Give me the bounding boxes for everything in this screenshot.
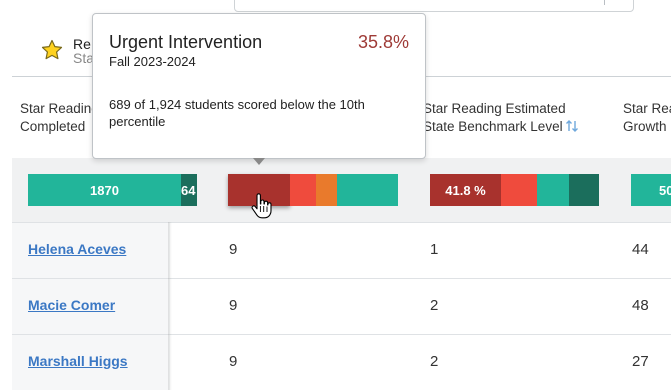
- table-row: Marshall Higgs 9 2 27: [12, 334, 671, 390]
- benchmark-level-2-segment[interactable]: [501, 174, 537, 206]
- table-row: Helena Aceves 9 1 44: [12, 222, 671, 278]
- column-header-line: Completed: [20, 119, 86, 134]
- growth-segment[interactable]: 50: [631, 174, 671, 206]
- on-watch-segment[interactable]: [316, 174, 337, 206]
- student-link[interactable]: Helena Aceves: [28, 241, 126, 257]
- benchmark-level-1-segment[interactable]: 41.8 %: [430, 174, 501, 206]
- column-header-line: Growth: [623, 119, 667, 134]
- completed-segment[interactable]: 1870: [28, 174, 181, 206]
- benchmark-level-3-segment[interactable]: [537, 174, 569, 206]
- report-subtitle: Sta: [73, 50, 95, 66]
- growth-value: 27: [632, 353, 649, 370]
- sort-icon[interactable]: [565, 119, 579, 133]
- benchmark-value: 2: [430, 353, 439, 370]
- benchmark-level-4-segment[interactable]: [569, 174, 599, 206]
- column-header-line: State Benchmark Level: [423, 119, 563, 134]
- star-icon[interactable]: [40, 38, 64, 62]
- at-benchmark-segment[interactable]: [337, 174, 398, 206]
- segment-tooltip: Urgent Intervention 35.8% Fall 2023-2024…: [92, 13, 426, 159]
- benchmark-value: 2: [430, 297, 439, 314]
- dropdown-divider: [604, 0, 605, 5]
- frozen-column-shadow: [168, 222, 172, 390]
- student-name-cell: Macie Comer: [12, 279, 170, 334]
- column-header-line: Star Reading Estimated: [423, 101, 566, 116]
- hand-cursor-icon: [251, 193, 272, 219]
- student-link[interactable]: Marshall Higgs: [28, 353, 128, 369]
- column-header-line: Star Rea: [623, 101, 671, 116]
- tooltip-term: Fall 2023-2024: [109, 54, 196, 69]
- growth-value: 44: [632, 241, 649, 258]
- tooltip-body: 689 of 1,924 students scored below the 1…: [109, 97, 365, 129]
- column-header-completed[interactable]: Star Reading Completed: [20, 100, 99, 136]
- growth-summary-bar[interactable]: 50: [631, 174, 671, 206]
- table-row: Macie Comer 9 2 48: [12, 278, 671, 334]
- benchmark-value: 1: [430, 241, 439, 258]
- column-header-benchmark[interactable]: Star Reading Estimated State Benchmark L…: [423, 100, 579, 136]
- tooltip-title: Urgent Intervention: [109, 32, 263, 52]
- completed-value: 9: [229, 297, 238, 314]
- student-name-cell: Marshall Higgs: [12, 335, 170, 390]
- column-header-line: Star Reading: [20, 101, 99, 116]
- completed-value: 9: [229, 353, 238, 370]
- column-header-growth[interactable]: Star Rea Growth: [623, 100, 671, 136]
- student-name-cell: Helena Aceves: [12, 223, 170, 278]
- not-completed-segment[interactable]: 64: [181, 174, 197, 206]
- growth-value: 48: [632, 297, 649, 314]
- student-link[interactable]: Macie Comer: [28, 297, 115, 313]
- completed-value: 9: [229, 241, 238, 258]
- tooltip-percent: 35.8%: [357, 32, 409, 52]
- intervention-segment[interactable]: [290, 174, 316, 206]
- completed-summary-bar[interactable]: 1870 64: [28, 174, 197, 206]
- top-filter-input[interactable]: [234, 0, 634, 12]
- report-header: Re Sta: [40, 34, 100, 68]
- benchmark-summary-bar[interactable]: 41.8 %: [430, 174, 599, 206]
- tooltip-arrow: [253, 158, 265, 165]
